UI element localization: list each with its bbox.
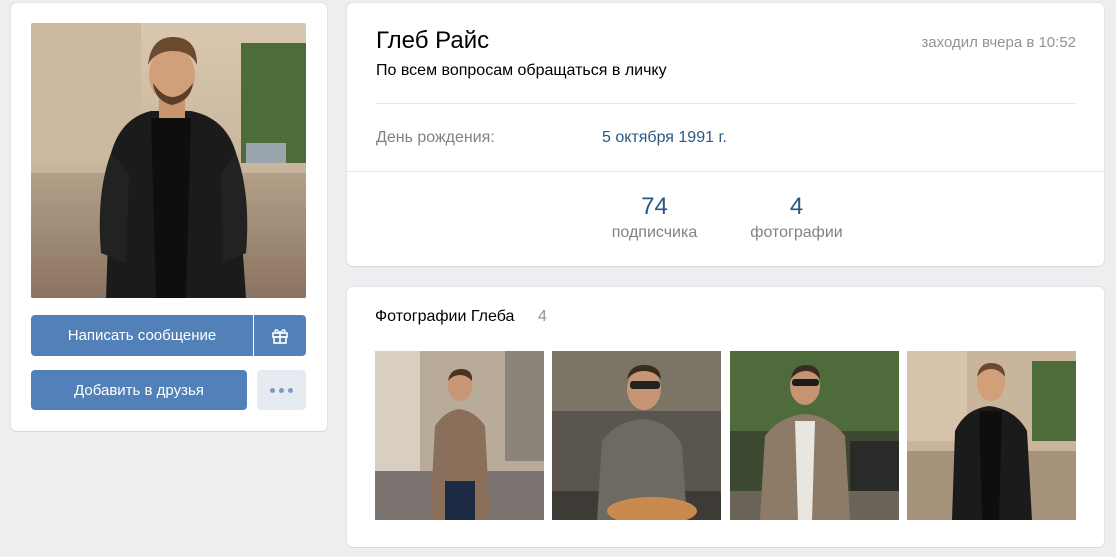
photos-count-number: 4 xyxy=(789,193,804,220)
profile-avatar[interactable] xyxy=(31,23,306,298)
photo-thumbnail[interactable] xyxy=(552,351,721,520)
photo-thumbnail[interactable] xyxy=(730,351,899,520)
birthday-label: День рождения: xyxy=(376,129,495,146)
send-message-button[interactable]: Написать сообщение xyxy=(31,315,253,356)
divider xyxy=(347,171,1104,172)
more-dots-icon xyxy=(270,387,293,393)
photo-thumbnail[interactable] xyxy=(907,351,1076,520)
followers-counter[interactable]: 74 подписчика xyxy=(597,193,712,242)
photos-count-label: фотографии xyxy=(750,224,843,241)
photos-section-count: 4 xyxy=(538,308,547,325)
add-friend-button[interactable]: Добавить в друзья xyxy=(31,370,247,410)
profile-info-card: Глеб Райс По всем вопросам обращаться в … xyxy=(347,3,1104,266)
divider xyxy=(375,103,1076,104)
add-friend-label: Добавить в друзья xyxy=(74,381,204,399)
photo-thumbnail[interactable] xyxy=(375,351,544,520)
profile-name: Глеб Райс xyxy=(376,27,490,54)
profile-sidebar-card: Написать сообщение Добавить в друзья xyxy=(11,3,327,431)
gift-icon xyxy=(271,327,289,345)
last-seen: заходил вчера в 10:52 xyxy=(921,34,1076,51)
birthday-link[interactable]: 5 октября 1991 г. xyxy=(602,129,727,147)
send-message-label: Написать сообщение xyxy=(67,327,217,344)
photos-counter[interactable]: 4 фотографии xyxy=(739,193,854,242)
followers-count: 74 xyxy=(641,193,668,220)
photos-section-title[interactable]: Фотографии Глеба xyxy=(375,308,514,326)
more-actions-button[interactable] xyxy=(257,370,306,410)
followers-label: подписчика xyxy=(611,224,698,241)
send-gift-button[interactable] xyxy=(254,315,306,356)
photos-card: Фотографии Глеба 4 xyxy=(347,287,1104,547)
profile-status: По всем вопросам обращаться в личку xyxy=(376,62,667,79)
